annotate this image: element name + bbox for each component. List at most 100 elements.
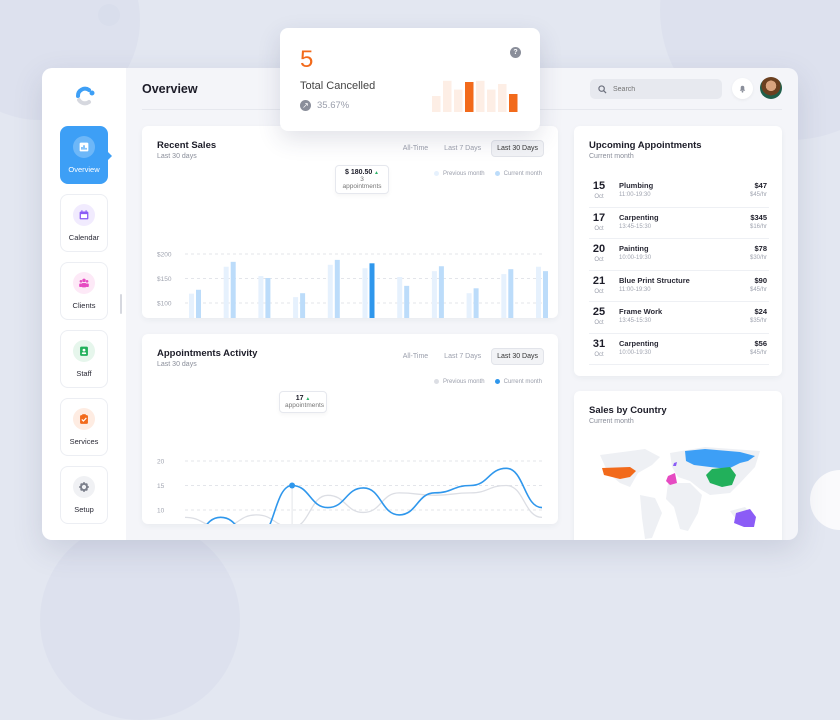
bar-current[interactable] xyxy=(473,288,479,318)
bar-current[interactable] xyxy=(300,293,306,318)
appointment-price: $90 xyxy=(754,275,767,285)
bar-previous[interactable] xyxy=(397,277,403,318)
activity-tooltip: 17 ▲ appointments xyxy=(279,391,327,413)
tooltip-value: $ 180.50 xyxy=(344,169,373,176)
search-input[interactable] xyxy=(613,85,713,93)
bar-previous[interactable] xyxy=(536,266,541,318)
bar-current[interactable] xyxy=(334,259,340,318)
appointment-day: 20 xyxy=(592,243,606,255)
appointment-row[interactable]: 21 Oct Blue Print Structure 11:00-19:30 $90 $… xyxy=(589,271,769,302)
upcoming-appointments-card: Upcoming Appointments Current month 15 Oc… xyxy=(574,126,782,376)
cancelled-change: 35.67% xyxy=(317,100,350,111)
sidebar-item-setup[interactable]: Setup xyxy=(60,466,108,524)
bg-circle xyxy=(810,470,840,530)
sidebar-item-label: Calendar xyxy=(68,233,100,242)
sales-by-country-card: Sales by Country Current month USA1264Sp… xyxy=(574,391,782,540)
user-avatar[interactable] xyxy=(760,77,782,99)
up-triangle-icon: ▲ xyxy=(374,170,379,176)
appointment-day: 15 xyxy=(592,180,606,192)
appointment-rate: $45/hr xyxy=(749,286,767,293)
mini-bar xyxy=(465,82,474,112)
sidebar-item-label: Setup xyxy=(74,505,94,514)
y-tick-label: $200 xyxy=(157,252,172,259)
recent-sales-chart: $200$150$100$500May 1May 4May 7May 10May… xyxy=(157,252,548,318)
bar-current[interactable] xyxy=(438,266,444,318)
appointment-name: Painting xyxy=(619,244,649,253)
appointment-day: 17 xyxy=(592,211,606,224)
bar-current[interactable] xyxy=(265,278,271,318)
bg-circle xyxy=(40,520,240,720)
clipboard-check-icon xyxy=(73,408,95,430)
badge-icon xyxy=(73,340,95,362)
bar-previous[interactable] xyxy=(327,264,333,318)
appointment-rate: $45/hr xyxy=(749,349,767,356)
tooltip-detail: appointments xyxy=(285,402,325,409)
world-map xyxy=(600,447,760,539)
y-tick-label: 15 xyxy=(157,483,165,490)
bar-current[interactable] xyxy=(543,271,548,318)
appointment-price: $24 xyxy=(754,307,767,316)
sidebar-item-services[interactable]: Services xyxy=(60,398,108,456)
y-tick-label: 20 xyxy=(157,459,165,466)
bar-previous[interactable] xyxy=(466,293,472,318)
appointment-price: $345 xyxy=(750,212,767,222)
bar-previous[interactable] xyxy=(258,276,264,318)
appointment-name: Blue Print Structure xyxy=(619,275,690,285)
sidebar-item-label: Overview xyxy=(68,165,100,174)
appointment-time: 11:00-19:30 xyxy=(619,286,651,293)
bar-current[interactable] xyxy=(196,289,201,318)
appointment-time: 10:00-19:30 xyxy=(619,255,652,261)
search-box[interactable] xyxy=(590,79,722,99)
appointment-month: Oct xyxy=(594,320,604,326)
sidebar-item-label: Staff xyxy=(76,369,92,378)
cancelled-value: 5 xyxy=(300,46,314,73)
sidebar-item-staff[interactable]: Staff xyxy=(60,330,108,388)
country-title: Sales by Country xyxy=(589,405,667,416)
y-tick-label: $100 xyxy=(157,301,172,308)
bar-current[interactable] xyxy=(508,269,514,318)
appointment-row[interactable]: 20 Oct Painting 10:00-19:30 $78 $30/hr xyxy=(589,239,769,271)
appointments-activity-chart: 20151050May 1May 4May 7May 10May 13May 1… xyxy=(157,459,543,524)
bar-previous[interactable] xyxy=(362,268,368,318)
help-icon[interactable]: ? xyxy=(510,47,521,58)
appointment-row[interactable]: 25 Oct Frame Work 13:45-15:30 $24 $35/hr xyxy=(589,302,769,334)
bar-current[interactable] xyxy=(404,285,410,318)
appointment-row[interactable]: 31 Oct Carpenting 10:00-19:30 $56 $45/hr xyxy=(589,334,769,365)
bar-previous[interactable] xyxy=(189,293,194,318)
tooltip-detail: 3 appointments xyxy=(342,176,382,190)
appointment-row[interactable]: 17 Oct Carpenting 13:45-15:30 $345 $16/hr xyxy=(589,208,769,239)
mini-bar xyxy=(487,89,496,112)
sidebar-item-calendar[interactable]: Calendar xyxy=(60,194,108,252)
appointment-price: $47 xyxy=(754,181,767,190)
upcoming-subtitle: Current month xyxy=(589,153,634,160)
calendar-icon xyxy=(73,204,95,226)
country-subtitle: Current month xyxy=(589,418,634,425)
sidebar-scrollbar[interactable] xyxy=(120,294,122,314)
appointment-time: 11:00-19:30 xyxy=(619,192,651,198)
bar-current[interactable] xyxy=(369,263,375,318)
highlight-point[interactable] xyxy=(289,482,296,489)
bar-current[interactable] xyxy=(230,261,236,318)
notification-button[interactable] xyxy=(732,78,753,99)
appointment-time: 13:45-15:30 xyxy=(619,318,652,324)
sidebar-item-clients[interactable]: Clients xyxy=(60,262,108,320)
appointment-row[interactable]: 15 Oct Plumbing 11:00-19:30 $47 $45/hr xyxy=(589,176,769,208)
y-tick-label: 10 xyxy=(157,508,165,515)
sidebar-item-overview[interactable]: Overview xyxy=(60,126,112,184)
bell-icon xyxy=(739,85,746,93)
tooltip-value: 17 xyxy=(295,395,304,402)
bar-previous[interactable] xyxy=(223,266,229,318)
mini-bar xyxy=(476,80,485,112)
page-title: Overview xyxy=(142,82,198,96)
bar-previous[interactable] xyxy=(293,297,299,318)
appointment-month: Oct xyxy=(594,194,604,200)
y-tick-label: $150 xyxy=(157,276,172,283)
sidebar-item-label: Services xyxy=(69,437,99,446)
line-current xyxy=(206,467,543,524)
appointment-name: Carpenting xyxy=(619,212,659,222)
bar-previous[interactable] xyxy=(501,274,507,318)
map-algeria xyxy=(666,473,677,485)
mini-bar xyxy=(432,96,441,112)
appointment-rate: $30/hr xyxy=(749,255,767,261)
bar-previous[interactable] xyxy=(431,271,437,318)
